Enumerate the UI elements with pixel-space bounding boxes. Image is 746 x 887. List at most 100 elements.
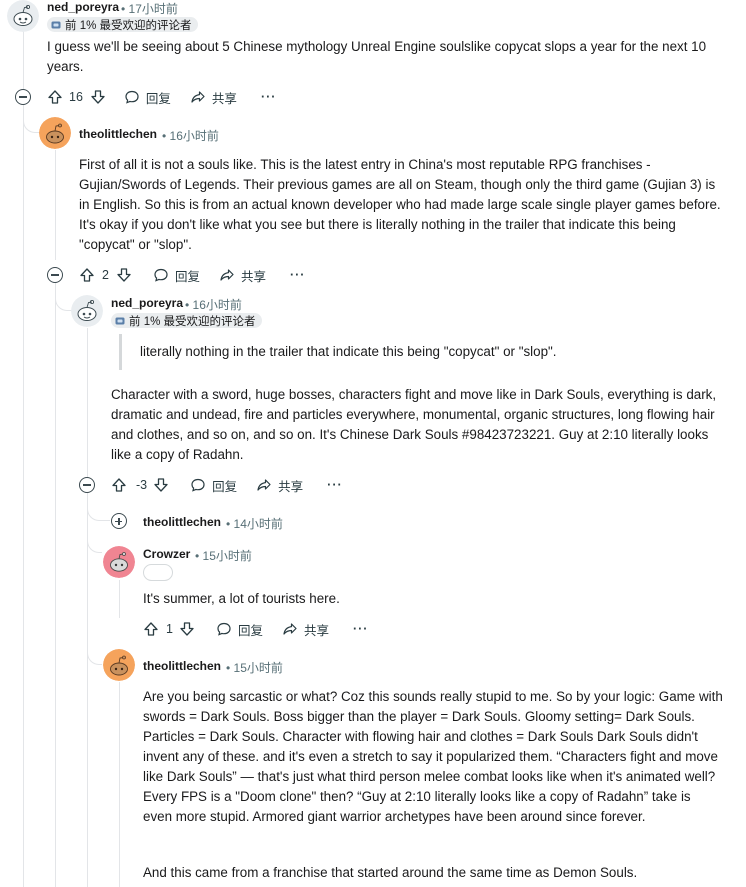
comment-icon [191, 478, 205, 492]
collapse-icon [83, 484, 91, 486]
thread-line [23, 30, 24, 89]
upvote-icon [112, 478, 126, 492]
thread-line [23, 105, 24, 887]
share-button[interactable]: 共享 [282, 620, 329, 639]
comment-meta: • 15小时前 [226, 659, 283, 676]
downvote-icon [91, 90, 105, 104]
comment-time[interactable]: 16小时前 [170, 129, 219, 143]
thread-branch [87, 538, 102, 553]
comment-actions: -3 回复 共享 ··· [111, 475, 343, 495]
collapse-button[interactable] [47, 267, 63, 283]
thread-line [55, 283, 56, 887]
comment-time[interactable]: 16小时前 [193, 298, 242, 312]
snoo-avatar-icon [7, 0, 39, 32]
reply-button[interactable]: 回复 [153, 266, 200, 285]
comment-author[interactable]: theolittlechen [143, 515, 221, 529]
avatar[interactable] [39, 117, 71, 149]
share-button[interactable]: 共享 [256, 476, 303, 495]
snoo-avatar-icon [103, 546, 135, 578]
separator: • [185, 298, 190, 312]
more-icon: ··· [260, 90, 277, 104]
share-icon [191, 91, 205, 103]
downvote-button[interactable] [153, 477, 169, 493]
comment-author[interactable]: ned_poreyra [111, 296, 183, 310]
user-flair: 前 1% 最受欢迎的评论者 [47, 17, 198, 32]
share-label: 共享 [278, 479, 304, 494]
comment-time[interactable]: 14小时前 [234, 517, 283, 531]
comment-author[interactable]: theolittlechen [143, 659, 221, 673]
avatar[interactable] [103, 649, 135, 681]
upvote-button[interactable] [143, 621, 159, 637]
comment-author[interactable]: Crowzer [143, 547, 190, 561]
more-icon: ··· [352, 622, 369, 636]
collapse-button[interactable] [15, 89, 31, 105]
comment-time[interactable]: 15小时前 [203, 549, 252, 563]
downvote-icon [154, 478, 168, 492]
comment-actions: 16 回复 共享 ··· [47, 87, 276, 107]
separator: • [121, 2, 126, 16]
comment-meta: • 17小时前 [121, 0, 178, 17]
thread-branch [87, 506, 110, 521]
comment-icon [125, 90, 139, 104]
blockquote: literally nothing in the trailer that in… [119, 334, 740, 370]
downvote-button[interactable] [116, 267, 132, 283]
comment-icon [154, 268, 168, 282]
collapse-button[interactable] [79, 477, 95, 493]
comment-meta: • 14小时前 [226, 515, 283, 532]
reply-label: 回复 [237, 623, 263, 638]
share-icon [257, 479, 271, 491]
reply-button[interactable]: 回复 [124, 88, 171, 107]
comment-time[interactable]: 17小时前 [129, 2, 178, 16]
upvote-icon [48, 90, 62, 104]
upvote-button[interactable] [47, 89, 63, 105]
more-icon: ··· [327, 478, 343, 492]
expand-button[interactable] [111, 513, 127, 529]
more-button[interactable]: ··· [353, 622, 369, 636]
separator: • [226, 517, 231, 531]
share-icon [220, 269, 234, 281]
reply-button[interactable]: 回复 [190, 476, 237, 495]
more-button[interactable]: ··· [290, 268, 306, 282]
share-button[interactable]: 共享 [190, 88, 237, 107]
avatar[interactable] [103, 546, 135, 578]
upvote-icon [144, 622, 158, 636]
separator: • [195, 549, 200, 563]
share-label: 共享 [240, 269, 266, 284]
thread-line [87, 493, 88, 887]
more-button[interactable]: ··· [327, 478, 343, 492]
reply-button[interactable]: 回复 [216, 620, 263, 639]
comment-body: Character with a sword, huge bosses, cha… [111, 387, 717, 462]
comment-body: First of all it is not a souls like. Thi… [79, 157, 721, 252]
upvote-button[interactable] [79, 267, 95, 283]
snoo-avatar-icon [103, 649, 135, 681]
comment-author[interactable]: theolittlechen [79, 127, 157, 141]
more-button[interactable]: ··· [261, 90, 277, 104]
comment-actions: 1 回复 共享 ··· [143, 619, 368, 639]
user-flair [143, 564, 173, 581]
reply-label: 回复 [212, 479, 238, 494]
comment-author[interactable]: ned_poreyra [47, 0, 119, 14]
comment-time[interactable]: 15小时前 [234, 661, 283, 675]
comment-body: I guess we'll be seeing about 5 Chinese … [47, 39, 707, 74]
downvote-button[interactable] [179, 621, 195, 637]
comment-body: And this came from a franchise that star… [143, 865, 638, 880]
snoo-avatar-icon [71, 295, 103, 327]
comment-body: Are you being sarcastic or what? Coz thi… [143, 689, 723, 824]
collapse-icon [19, 96, 27, 98]
thread-line [55, 150, 56, 260]
separator: • [226, 661, 231, 675]
share-icon [283, 623, 297, 635]
downvote-icon [180, 622, 194, 636]
share-button[interactable]: 共享 [219, 266, 266, 285]
comment-meta: • 16小时前 [185, 296, 242, 313]
comment-icon [217, 622, 231, 636]
flair-text: 前 1% 最受欢迎的评论者 [65, 19, 192, 32]
collapse-icon [51, 274, 59, 276]
upvote-button[interactable] [111, 477, 127, 493]
avatar[interactable] [7, 0, 39, 32]
avatar[interactable] [71, 295, 103, 327]
comment-meta: • 15小时前 [195, 547, 252, 564]
vote-count: 16 [69, 90, 83, 104]
reply-label: 回复 [145, 91, 171, 106]
downvote-button[interactable] [90, 89, 106, 105]
